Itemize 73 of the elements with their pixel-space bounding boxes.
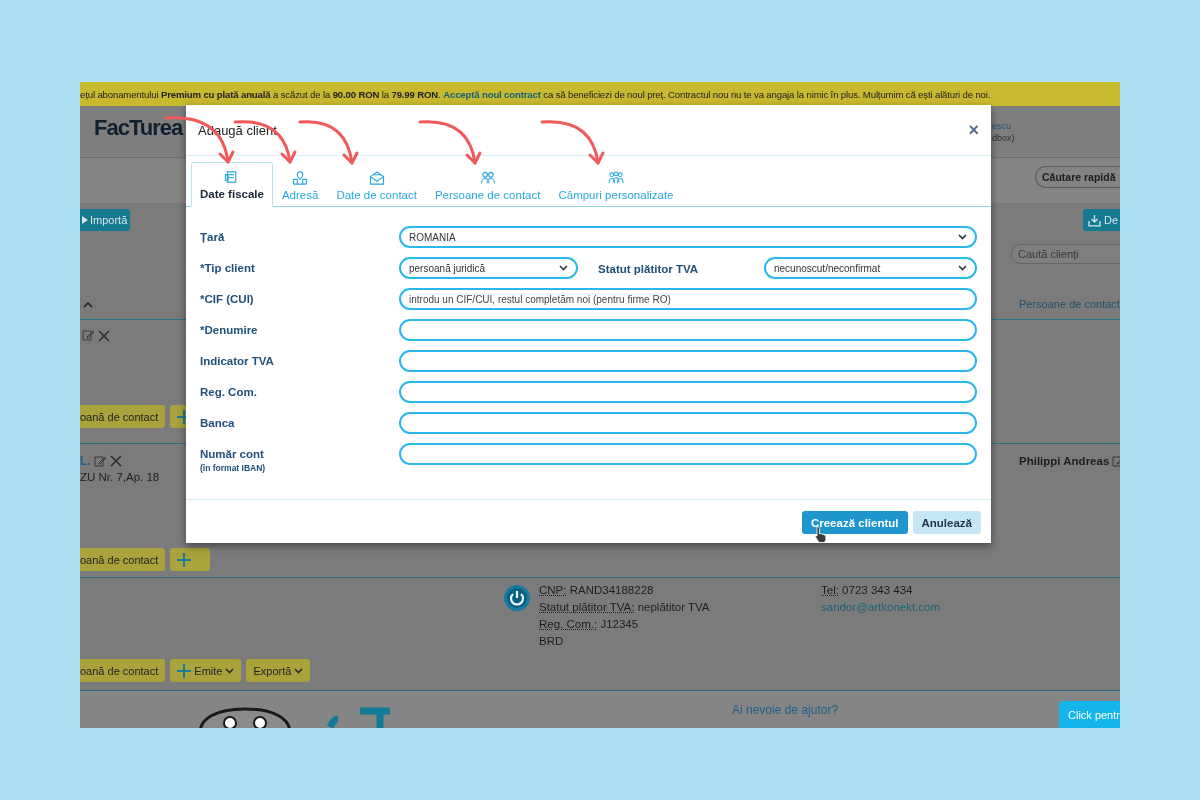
tab[interactable]: Date fiscale: [191, 162, 273, 207]
group-icon: [607, 171, 624, 185]
delete-icon[interactable]: [98, 329, 110, 342]
client-detail: Statut plătitor TVA: neplătitor TVA: [539, 600, 710, 615]
field-label: *Tip client: [200, 261, 256, 274]
add-contact-button[interactable]: oană de contact: [80, 659, 166, 682]
contact-name: Philippi Andreas: [1019, 454, 1110, 469]
input-field[interactable]: [399, 412, 977, 434]
input-field[interactable]: [399, 319, 977, 341]
contact-phone: Tel: 0723 343 434: [821, 583, 914, 598]
annotation-arrow: [418, 120, 482, 165]
field-label: *Denumire: [200, 323, 259, 336]
chevron-down-icon: [225, 667, 235, 674]
vat-status-select[interactable]: necunoscut/neconfirmat: [764, 257, 977, 279]
column-header: Persoane de contact: [1019, 298, 1120, 310]
field-label: Statut plătitor TVA: [597, 262, 700, 275]
plus-icon: [177, 663, 192, 678]
field-label: Țară: [200, 230, 226, 243]
edit-icon[interactable]: [93, 454, 107, 468]
field-label: *CIF (CUI): [200, 292, 255, 305]
chat-button[interactable]: Click pentr: [1059, 701, 1120, 728]
client-address: ZU Nr. 7,Ap. 18: [80, 470, 160, 485]
country-select[interactable]: ROMANIA: [399, 226, 977, 248]
search-field[interactable]: Caută clienți: [1011, 244, 1120, 264]
quick-search-button[interactable]: Căutare rapidă: [1035, 166, 1120, 188]
field-note: (în format IBAN): [200, 463, 267, 473]
announcement-text: ețul abonamentului Premium cu plată anuală a scăzut de la 90.00 RON la 79.99 RON. Acceptă noul contract ca să beneficiezi de noul preț. Contractul nou nu te va angaja la nimic în plus. Mulțumim că ești alături de noi.: [80, 88, 991, 100]
close-button[interactable]: ×: [968, 119, 979, 141]
cancel-button[interactable]: Anulează: [912, 511, 981, 534]
download-icon: [1088, 213, 1101, 227]
add-contact-button[interactable]: oană de contact: [80, 548, 166, 571]
edit-icon[interactable]: [82, 329, 95, 342]
chevron-down-icon: [958, 265, 967, 271]
client-detail: CNP: RAND34188228: [539, 583, 655, 598]
plus-icon: [177, 552, 192, 567]
tab[interactable]: Câmpuri personalizate: [549, 163, 683, 207]
chevron-up-icon[interactable]: [83, 302, 93, 308]
annotation-arrow: [298, 120, 359, 165]
envelope-icon: [368, 171, 385, 185]
accept-contract-link[interactable]: Acceptă noul contract: [443, 88, 541, 100]
client-detail: BRD: [539, 634, 565, 649]
delete-icon[interactable]: [109, 455, 122, 467]
field-label: Indicator TVA: [200, 354, 275, 367]
input-field[interactable]: [399, 443, 977, 465]
add-contact-button[interactable]: oană de contact: [80, 405, 166, 428]
client-detail: Reg. Com.: J12345: [539, 617, 640, 632]
map-pin-icon: [292, 171, 309, 185]
logo[interactable]: FacTurea: [94, 115, 183, 141]
import-button[interactable]: Importă: [80, 209, 130, 231]
tab[interactable]: Adresă: [272, 163, 328, 207]
account-label: dbox): [992, 133, 1015, 143]
create-client-button[interactable]: Creează clientul: [801, 511, 908, 534]
chevron-down-icon: [294, 667, 304, 674]
annotation-arrow: [540, 120, 605, 165]
field-label: Număr cont: [200, 447, 265, 460]
field-label: Reg. Com.: [200, 385, 258, 398]
tab[interactable]: Persoane de contact: [425, 163, 550, 207]
play-icon: [82, 216, 88, 224]
client-type-select[interactable]: persoană juridică: [399, 257, 578, 279]
tab[interactable]: Date de contact: [327, 163, 426, 207]
input-field[interactable]: introdu un CIF/CUI, restul completăm noi (pentru firme RO): [399, 288, 977, 310]
issue-button[interactable]: Emite: [170, 659, 242, 682]
download-button[interactable]: De: [1083, 209, 1120, 231]
field-label: Banca: [200, 416, 236, 429]
issue-button[interactable]: [170, 548, 211, 571]
user-name: escu: [992, 121, 1011, 131]
input-field[interactable]: [399, 350, 977, 372]
chevron-down-icon: [958, 234, 967, 240]
export-button[interactable]: Exportă: [246, 659, 311, 682]
input-field[interactable]: [399, 381, 977, 403]
chevron-down-icon: [559, 265, 568, 271]
power-icon: [503, 584, 531, 612]
people-icon: [479, 171, 496, 185]
